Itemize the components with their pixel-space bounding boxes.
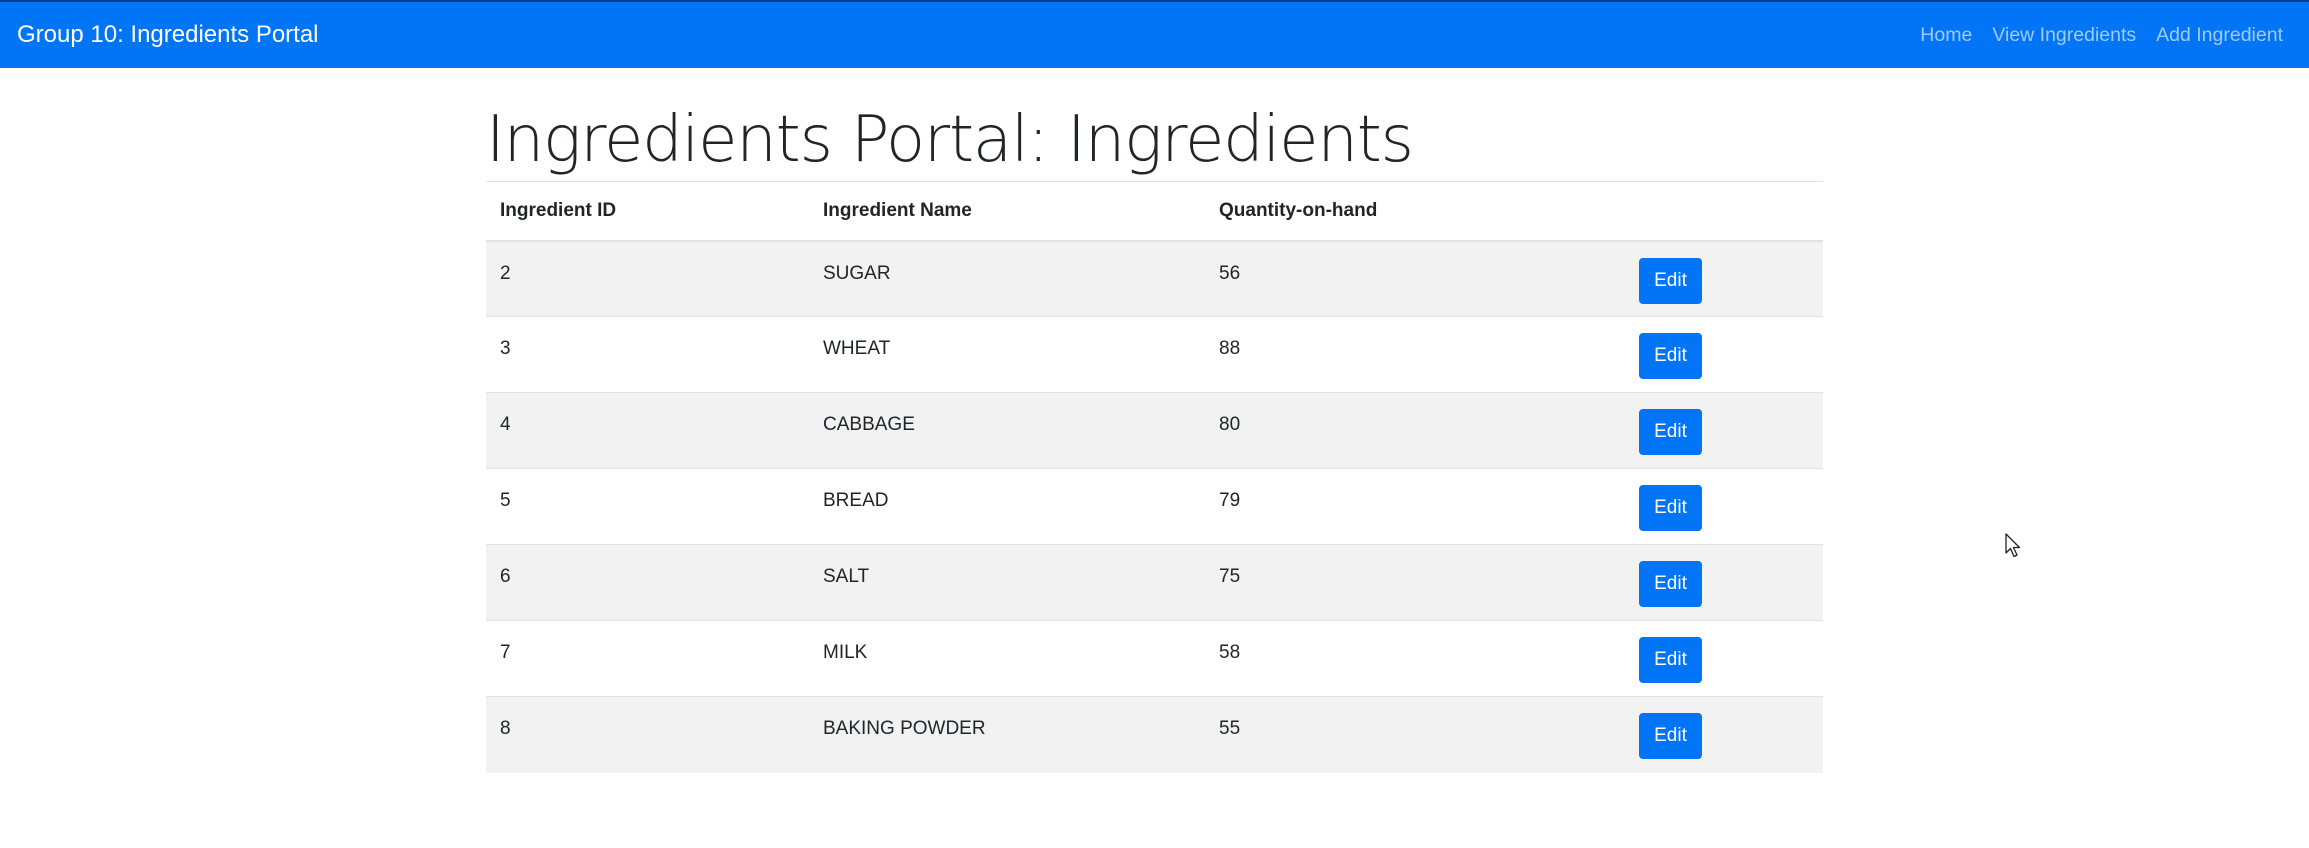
cell-ingredient-id: 3 (486, 316, 809, 393)
cell-ingredient-name: BAKING POWDER (809, 696, 1205, 773)
mouse-pointer-icon (2005, 533, 2021, 558)
cell-ingredient-name: CABBAGE (809, 392, 1205, 469)
cell-ingredient-name: BREAD (809, 468, 1205, 545)
cell-quantity: 56 (1205, 240, 1625, 317)
edit-button[interactable]: Edit (1639, 257, 1702, 304)
ingredients-table: Ingredient ID Ingredient Name Quantity-o… (486, 181, 1823, 773)
cell-actions: Edit (1625, 696, 1823, 773)
cell-ingredient-name: WHEAT (809, 316, 1205, 393)
table-row: 3 WHEAT 88 Edit (486, 316, 1823, 393)
nav-link-view-ingredients[interactable]: View Ingredients (1992, 24, 2136, 47)
table-body: 2 SUGAR 56 Edit 3 WHEAT 88 Edit 4 CABBAG… (486, 240, 1823, 773)
cell-ingredient-id: 6 (486, 544, 809, 621)
cell-ingredient-id: 2 (486, 240, 809, 317)
header-ingredient-id: Ingredient ID (486, 181, 809, 242)
cell-ingredient-name: SALT (809, 544, 1205, 621)
edit-button[interactable]: Edit (1639, 637, 1702, 683)
cell-ingredient-name: SUGAR (809, 240, 1205, 317)
table-header-row: Ingredient ID Ingredient Name Quantity-o… (486, 181, 1823, 242)
edit-button[interactable]: Edit (1639, 713, 1702, 759)
cell-actions: Edit (1625, 240, 1823, 317)
main-container: Ingredients Portal: Ingredients Ingredie… (486, 68, 1823, 773)
table-row: 7 MILK 58 Edit (486, 620, 1823, 697)
cell-quantity: 75 (1205, 544, 1625, 621)
table-row: 8 BAKING POWDER 55 Edit (486, 696, 1823, 773)
header-ingredient-name: Ingredient Name (809, 181, 1205, 242)
navbar-brand[interactable]: Group 10: Ingredients Portal (17, 21, 319, 49)
cell-ingredient-name: MILK (809, 620, 1205, 697)
nav-link-add-ingredient[interactable]: Add Ingredient (2156, 24, 2283, 47)
header-quantity-on-hand: Quantity-on-hand (1205, 181, 1625, 242)
cell-quantity: 58 (1205, 620, 1625, 697)
cell-ingredient-id: 8 (486, 696, 809, 773)
table-row: 2 SUGAR 56 Edit (486, 240, 1823, 317)
cell-actions: Edit (1625, 392, 1823, 469)
cell-quantity: 80 (1205, 392, 1625, 469)
table-row: 4 CABBAGE 80 Edit (486, 392, 1823, 469)
nav-link-home[interactable]: Home (1920, 24, 1972, 47)
cell-actions: Edit (1625, 316, 1823, 393)
cell-ingredient-id: 5 (486, 468, 809, 545)
nav-links: Home View Ingredients Add Ingredient (1900, 24, 2283, 47)
cell-actions: Edit (1625, 544, 1823, 621)
cell-ingredient-id: 4 (486, 392, 809, 469)
cell-ingredient-id: 7 (486, 620, 809, 697)
cell-quantity: 79 (1205, 468, 1625, 545)
table-row: 6 SALT 75 Edit (486, 544, 1823, 621)
edit-button[interactable]: Edit (1639, 485, 1702, 531)
table-header: Ingredient ID Ingredient Name Quantity-o… (486, 181, 1823, 242)
cell-actions: Edit (1625, 468, 1823, 545)
cell-actions: Edit (1625, 620, 1823, 697)
edit-button[interactable]: Edit (1639, 409, 1702, 455)
cell-quantity: 88 (1205, 316, 1625, 393)
page-title: Ingredients Portal: Ingredients (486, 103, 1414, 177)
navbar: Group 10: Ingredients Portal Home View I… (0, 0, 2309, 68)
table-row: 5 BREAD 79 Edit (486, 468, 1823, 545)
cell-quantity: 55 (1205, 696, 1625, 773)
edit-button[interactable]: Edit (1639, 333, 1702, 379)
header-actions (1625, 181, 1823, 242)
edit-button[interactable]: Edit (1639, 561, 1702, 607)
